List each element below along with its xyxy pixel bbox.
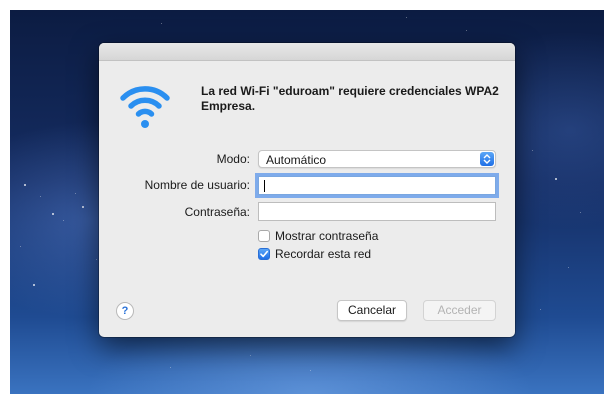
mode-select[interactable]: Automático: [258, 150, 496, 168]
username-label: Nombre de usuario:: [144, 178, 250, 192]
mode-select-value: Automático: [266, 153, 327, 167]
show-password-label[interactable]: Mostrar contraseña: [275, 229, 378, 243]
join-button[interactable]: Acceder: [423, 300, 496, 321]
show-password-checkbox[interactable]: [258, 230, 270, 242]
dialog-message: La red Wi-Fi "eduroam" requiere credenci…: [201, 84, 499, 113]
remember-network-label[interactable]: Recordar esta red: [275, 247, 371, 261]
remember-network-checkbox[interactable]: [258, 248, 270, 260]
checkmark-icon: [260, 250, 268, 258]
wifi-icon: [120, 86, 170, 128]
password-field[interactable]: [258, 202, 496, 221]
wifi-credentials-dialog: La red Wi-Fi "eduroam" requiere credenci…: [99, 43, 515, 337]
cancel-button[interactable]: Cancelar: [337, 300, 407, 321]
username-field[interactable]: [258, 176, 496, 195]
dialog-titlebar: [99, 43, 515, 61]
mode-label: Modo:: [216, 152, 250, 166]
text-caret: [264, 180, 265, 192]
help-button[interactable]: ?: [116, 302, 134, 320]
chevron-up-down-icon: [480, 152, 494, 166]
password-label: Contraseña:: [184, 205, 250, 219]
